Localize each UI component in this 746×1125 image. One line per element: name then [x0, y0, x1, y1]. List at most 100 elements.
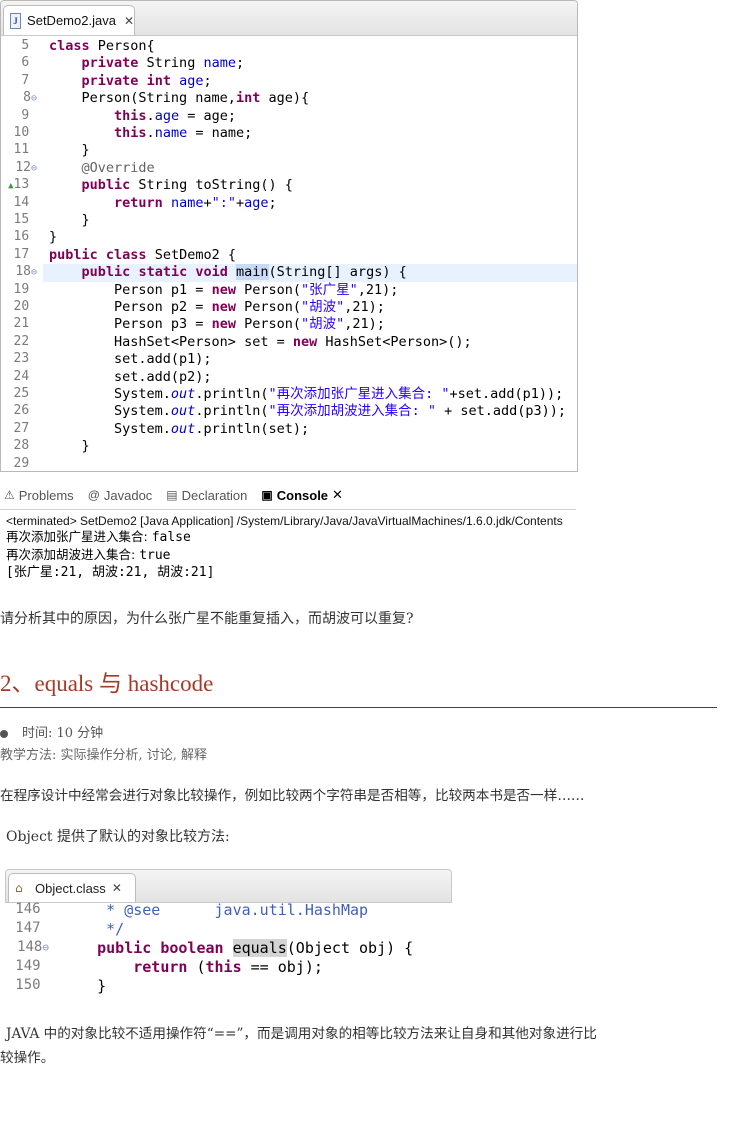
code-line[interactable]: class Person{	[49, 38, 577, 55]
line-number: 23	[13, 351, 37, 367]
code-line[interactable]	[49, 456, 577, 471]
code-line[interactable]: private int age;	[49, 73, 577, 90]
code-area[interactable]: 5 class Person{ 6 private String name; 7 p…	[1, 36, 577, 471]
java-file-icon: J	[10, 12, 22, 29]
code-line[interactable]: set.add(p2);	[49, 369, 577, 386]
code-line[interactable]: System.out.println(set);	[49, 421, 577, 438]
view-tab-console[interactable]: ▣ Console ✕	[261, 487, 343, 503]
code-line[interactable]: }	[49, 212, 577, 229]
code-line[interactable]: return name+":"+age;	[49, 195, 577, 212]
code-line[interactable]: public static void main(String[] args) {	[43, 264, 577, 282]
code-line[interactable]: Person(String name,int age){	[49, 90, 577, 107]
code-line[interactable]: set.add(p1);	[49, 351, 577, 368]
section-heading: 2、equals 与 hashcode	[0, 671, 214, 696]
code-line[interactable]: System.out.println("再次添加张广星进入集合: "+set.a…	[49, 386, 577, 403]
console-output[interactable]: 再次添加张广星进入集合: false 再次添加胡波进入集合: true [张广星…	[0, 528, 576, 581]
view-tab-label: Declaration	[181, 487, 248, 503]
meta-time: 时间: 10 分钟	[0, 722, 103, 741]
line-number: 28	[13, 438, 37, 454]
close-tab-icon[interactable]: ✕	[332, 487, 343, 503]
code-line[interactable]: Person p2 = new Person("胡波",21);	[49, 299, 577, 316]
code-line[interactable]: }	[61, 977, 106, 995]
code-line[interactable]: }	[49, 229, 577, 246]
view-tab-declaration[interactable]: ▤ Declaration	[166, 488, 247, 503]
view-tab-bar: ⚠ Problems @ Javadoc ▤ Declaration ▣ Console ✕	[0, 481, 576, 510]
code-line[interactable]: System.out.println("再次添加胡波进入集合: " + set.…	[49, 403, 577, 420]
paragraph-2: Object 提供了默认的对象比较方法:	[6, 829, 230, 845]
view-tab-label: Problems	[18, 487, 74, 503]
line-number: 10	[13, 125, 37, 140]
code-line[interactable]: HashSet<Person> set = new HashSet<Person…	[49, 334, 577, 351]
close-tab-icon[interactable]: ✕	[112, 881, 122, 895]
line-number: 9	[21, 107, 37, 123]
problems-icon: ⚠	[4, 488, 15, 502]
line-number: 17	[13, 246, 37, 262]
class-file-icon: ⌂	[15, 881, 23, 895]
line-number: 20	[13, 299, 37, 314]
line-number: 11	[13, 142, 37, 158]
code-line[interactable]: @Override	[49, 160, 577, 177]
code-line[interactable]: */	[61, 920, 124, 938]
question-text: 请分析其中的原因，为什么张广星不能重复插入，而胡波可以重复?	[0, 611, 414, 627]
code-line[interactable]: }	[49, 438, 577, 455]
meta-method: 教学方法: 实际操作分析, 讨论, 解释	[0, 748, 208, 763]
editor-tab-setdemo2[interactable]: J SetDemo2.java ✕	[3, 5, 135, 35]
view-tab-label: Console	[276, 487, 329, 503]
code-line[interactable]: Person p3 = new Person("胡波",21);	[49, 316, 577, 333]
console-view: ⚠ Problems @ Javadoc ▤ Declaration ▣ Console ✕ …	[0, 481, 576, 591]
line-number: 26	[13, 403, 37, 419]
line-number: 29	[13, 455, 37, 471]
code-line[interactable]: public boolean equals(Object obj) {	[61, 939, 413, 957]
editor2-tab-bar: ⌂ Object.class ✕	[5, 869, 452, 903]
line-number: 16	[13, 229, 37, 245]
fold-icon[interactable]: ⊖	[31, 267, 37, 278]
line-number: 7	[21, 72, 37, 88]
line-number: 22	[13, 333, 37, 349]
editor2-tab-title: Object.class	[35, 880, 106, 896]
code-line[interactable]: return (this == obj);	[61, 958, 323, 976]
line-number: 146	[15, 901, 49, 917]
fold-icon[interactable]: ⊖	[31, 93, 37, 104]
code-line[interactable]: this.name = name;	[49, 125, 577, 142]
line-number: 149	[15, 958, 49, 974]
paragraph-3-line-2: 较操作。	[0, 1050, 55, 1066]
object-class-editor: ⌂ Object.class ✕ 146 * @see java.util.Ha…	[5, 869, 452, 997]
line-number: 27	[13, 420, 37, 436]
output-line-2: 再次添加胡波进入集合: true	[6, 547, 171, 563]
code-line[interactable]: * @see java.util.HashMap	[61, 901, 368, 919]
line-number: 6	[21, 55, 37, 71]
line-number: ▲13	[8, 177, 37, 193]
view-tab-problems[interactable]: ⚠ Problems	[4, 488, 74, 503]
editor-tab-bar: J SetDemo2.java ✕	[1, 1, 577, 36]
line-number: 148⊖	[17, 939, 49, 955]
editor-tab-object-class[interactable]: ⌂ Object.class ✕	[8, 873, 136, 902]
code-line[interactable]: Person p1 = new Person("张广星",21);	[49, 282, 577, 299]
line-number: 21	[13, 316, 37, 332]
line-number: 147	[15, 920, 49, 936]
line-number: 150	[15, 977, 49, 993]
code-line[interactable]: public String toString() {	[49, 177, 577, 194]
output-line-1: 再次添加张广星进入集合: false	[6, 529, 191, 545]
view-tab-label: Javadoc	[103, 487, 153, 503]
declaration-icon: ▤	[166, 488, 178, 502]
line-number: 8⊖	[23, 90, 37, 106]
line-number: 19	[13, 281, 37, 297]
close-tab-icon[interactable]: ✕	[124, 14, 134, 28]
terminated-status: <terminated> SetDemo2 [Java Application]…	[6, 514, 563, 528]
editor-tab-title: SetDemo2.java	[27, 13, 116, 28]
line-number: 5	[21, 38, 37, 53]
view-tab-javadoc[interactable]: @ Javadoc	[88, 488, 153, 503]
code-area-2[interactable]: 146 * @see java.util.HashMap 147 */ 148⊖ p…	[5, 901, 452, 997]
fold-icon[interactable]: ⊖	[31, 163, 37, 174]
console-icon: ▣	[261, 488, 273, 502]
line-number: 14	[13, 194, 37, 210]
code-line[interactable]: public class SetDemo2 {	[49, 247, 577, 264]
code-line[interactable]: }	[49, 142, 577, 159]
javadoc-icon: @	[87, 488, 100, 502]
override-marker-icon: ▲	[8, 181, 14, 192]
code-line[interactable]: this.age = age;	[49, 108, 577, 125]
fold-icon[interactable]: ⊖	[42, 941, 49, 954]
line-number: 12⊖	[15, 159, 37, 175]
code-line[interactable]: private String name;	[49, 55, 577, 72]
line-number: 15	[13, 212, 37, 227]
